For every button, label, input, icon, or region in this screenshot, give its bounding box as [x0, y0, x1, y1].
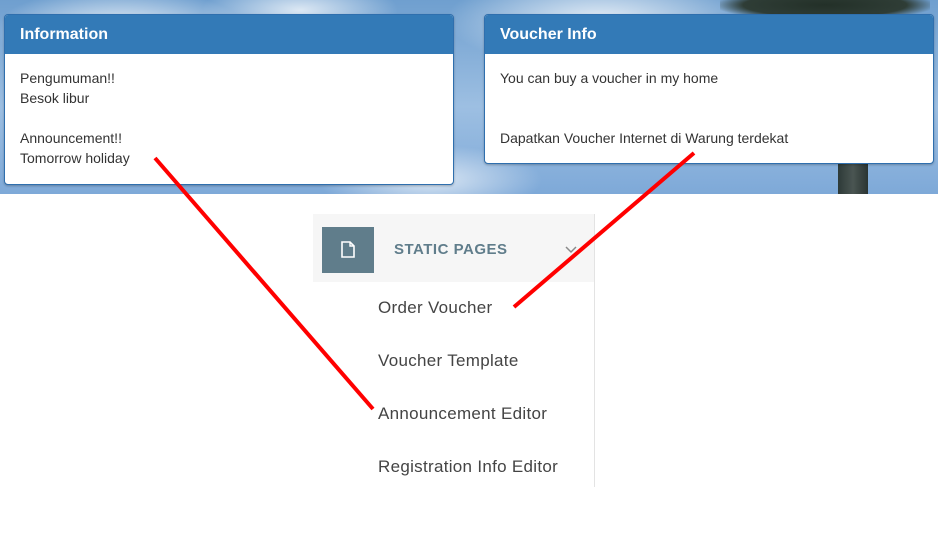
annotation-arrows	[153, 151, 696, 411]
annotation-line-voucher	[512, 151, 696, 309]
annotation-line-announcement	[153, 156, 375, 411]
